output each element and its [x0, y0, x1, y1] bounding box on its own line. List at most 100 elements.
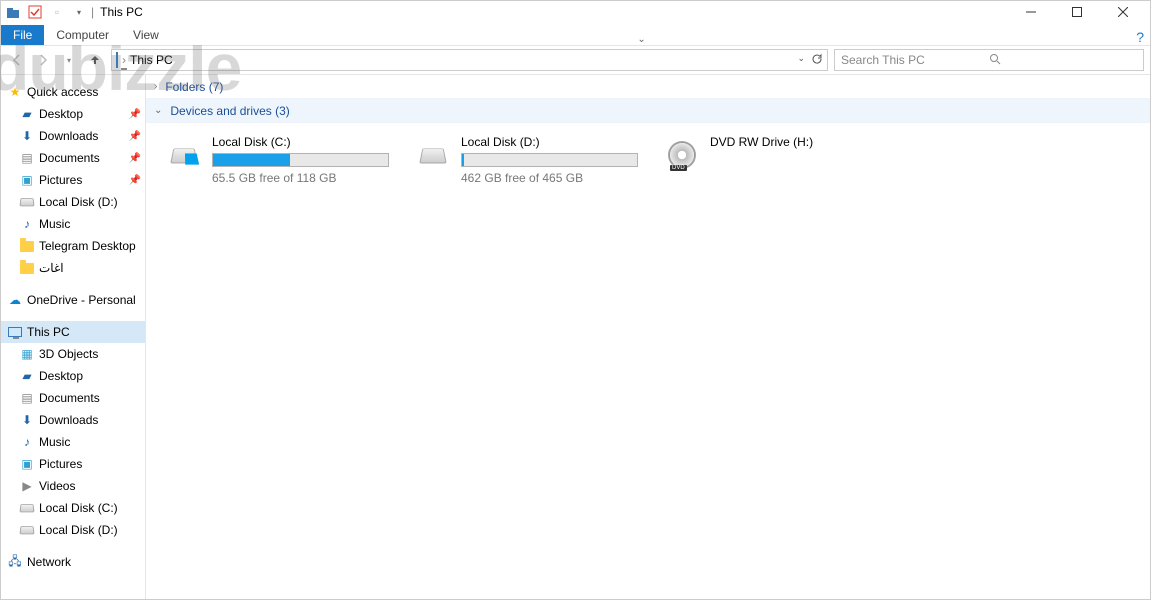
music-icon: ♪ [19, 434, 35, 450]
tab-view[interactable]: View [121, 25, 171, 45]
sidebar-item-telegram[interactable]: Telegram Desktop [1, 235, 145, 257]
group-folders[interactable]: › Folders (7) [146, 75, 1150, 99]
sidebar-label: Quick access [27, 85, 98, 99]
sidebar-label: This PC [27, 325, 70, 339]
navigation-pane: ★ Quick access ▰ Desktop 📌 ⬇ Downloads 📌… [1, 75, 146, 599]
qat-item-icon[interactable]: ▫ [49, 4, 65, 20]
onedrive-icon: ☁ [7, 292, 23, 308]
sidebar-item-pictures[interactable]: ▣ Pictures 📌 [1, 169, 145, 191]
window-title: This PC [100, 5, 143, 19]
qat-checkbox-icon[interactable] [27, 4, 43, 20]
address-dropdown-icon[interactable]: ⌄ [797, 53, 805, 68]
pin-icon: 📌 [129, 175, 141, 186]
pin-icon: 📌 [129, 153, 141, 164]
drive-local-disk-d[interactable]: Local Disk (D:) 462 GB free of 465 GB [413, 135, 638, 185]
sidebar-label: Music [39, 217, 70, 231]
sidebar-onedrive[interactable]: ☁ OneDrive - Personal [1, 289, 145, 311]
sidebar-item-arabic-folder[interactable]: اغات [1, 257, 145, 279]
this-pc-icon [7, 324, 23, 340]
chevron-right-icon: › [154, 81, 157, 92]
up-button[interactable] [85, 50, 105, 70]
back-button[interactable] [7, 50, 27, 70]
sidebar-label: Telegram Desktop [39, 239, 136, 253]
close-button[interactable] [1100, 1, 1146, 23]
title-bar: ▫ ▾ | This PC [1, 1, 1150, 23]
disk-icon [19, 522, 35, 538]
drive-title: DVD RW Drive (H:) [710, 135, 862, 149]
sidebar-item-downloads-pc[interactable]: ⬇ Downloads [1, 409, 145, 431]
address-bar[interactable]: › This PC ⌄ [111, 49, 828, 71]
app-icon [5, 4, 21, 20]
sidebar-network[interactable]: 🖧 Network [1, 551, 145, 573]
sidebar-item-desktop-pc[interactable]: ▰ Desktop [1, 365, 145, 387]
quick-access-toolbar: ▫ ▾ [5, 4, 87, 20]
documents-icon: ▤ [19, 150, 35, 166]
drive-title: Local Disk (D:) [461, 135, 638, 149]
search-icon [989, 53, 1137, 68]
star-icon: ★ [7, 84, 23, 100]
sidebar-item-documents-pc[interactable]: ▤ Documents [1, 387, 145, 409]
content-pane: › Folders (7) ⌄ Devices and drives (3) L… [146, 75, 1150, 599]
breadcrumb-this-pc[interactable]: This PC [130, 53, 173, 67]
capacity-bar [212, 153, 389, 167]
tab-computer[interactable]: Computer [44, 25, 121, 45]
sidebar-item-videos-pc[interactable]: ▶ Videos [1, 475, 145, 497]
sidebar-quick-access[interactable]: ★ Quick access [1, 81, 145, 103]
sidebar-item-documents[interactable]: ▤ Documents 📌 [1, 147, 145, 169]
downloads-icon: ⬇ [19, 128, 35, 144]
disk-icon [19, 194, 35, 210]
folder-icon [19, 238, 35, 254]
capacity-bar [461, 153, 638, 167]
drive-free-space: 462 GB free of 465 GB [461, 171, 638, 185]
search-box[interactable]: Search This PC [834, 49, 1144, 71]
search-placeholder: Search This PC [841, 53, 989, 67]
forward-button[interactable] [33, 50, 53, 70]
qat-dropdown-icon[interactable]: ▾ [71, 4, 87, 20]
refresh-icon[interactable] [811, 53, 823, 68]
music-icon: ♪ [19, 216, 35, 232]
sidebar-label: Network [27, 555, 71, 569]
pin-icon: 📌 [129, 109, 141, 120]
sidebar-item-downloads[interactable]: ⬇ Downloads 📌 [1, 125, 145, 147]
ribbon-collapse-icon[interactable]: ⌄ [637, 34, 645, 45]
ribbon-tabs: File Computer View ⌄ ? [1, 23, 1150, 45]
drive-local-disk-c[interactable]: Local Disk (C:) 65.5 GB free of 118 GB [164, 135, 389, 185]
three-d-objects-icon: ▦ [19, 346, 35, 362]
sidebar-label: 3D Objects [39, 347, 98, 361]
sidebar-item-music-pc[interactable]: ♪ Music [1, 431, 145, 453]
tab-file[interactable]: File [1, 25, 44, 45]
windows-disk-icon [164, 135, 204, 175]
network-icon: 🖧 [7, 554, 23, 570]
sidebar-label: Local Disk (C:) [39, 501, 118, 515]
help-icon[interactable]: ? [1136, 29, 1150, 45]
navigation-row: ▾ › This PC ⌄ Search This PC [1, 45, 1150, 75]
desktop-icon: ▰ [19, 368, 35, 384]
file-explorer-window: dubizzle ▫ ▾ | This PC F [0, 0, 1151, 600]
chevron-down-icon: ⌄ [154, 105, 162, 116]
sidebar-item-local-disk-d-pc[interactable]: Local Disk (D:) [1, 519, 145, 541]
sidebar-label: Pictures [39, 173, 82, 187]
sidebar-label: Documents [39, 151, 100, 165]
sidebar-this-pc[interactable]: This PC [1, 321, 145, 343]
sidebar-label: Pictures [39, 457, 82, 471]
sidebar-item-local-disk-c[interactable]: Local Disk (C:) [1, 497, 145, 519]
documents-icon: ▤ [19, 390, 35, 406]
sidebar-label: Local Disk (D:) [39, 195, 118, 209]
sidebar-label: OneDrive - Personal [27, 293, 136, 307]
sidebar-item-music[interactable]: ♪ Music [1, 213, 145, 235]
sidebar-item-local-disk-d[interactable]: Local Disk (D:) [1, 191, 145, 213]
sidebar-item-3d-objects[interactable]: ▦ 3D Objects [1, 343, 145, 365]
drive-dvd-rw[interactable]: DVD RW Drive (H:) [662, 135, 862, 175]
group-label: Devices and drives (3) [170, 104, 289, 118]
body: ★ Quick access ▰ Desktop 📌 ⬇ Downloads 📌… [1, 75, 1150, 599]
sidebar-label: Music [39, 435, 70, 449]
pictures-icon: ▣ [19, 172, 35, 188]
minimize-button[interactable] [1008, 1, 1054, 23]
this-pc-icon [116, 53, 118, 67]
sidebar-item-desktop[interactable]: ▰ Desktop 📌 [1, 103, 145, 125]
group-devices[interactable]: ⌄ Devices and drives (3) [146, 99, 1150, 123]
recent-locations-button[interactable]: ▾ [59, 50, 79, 70]
sidebar-item-pictures-pc[interactable]: ▣ Pictures [1, 453, 145, 475]
maximize-button[interactable] [1054, 1, 1100, 23]
desktop-icon: ▰ [19, 106, 35, 122]
